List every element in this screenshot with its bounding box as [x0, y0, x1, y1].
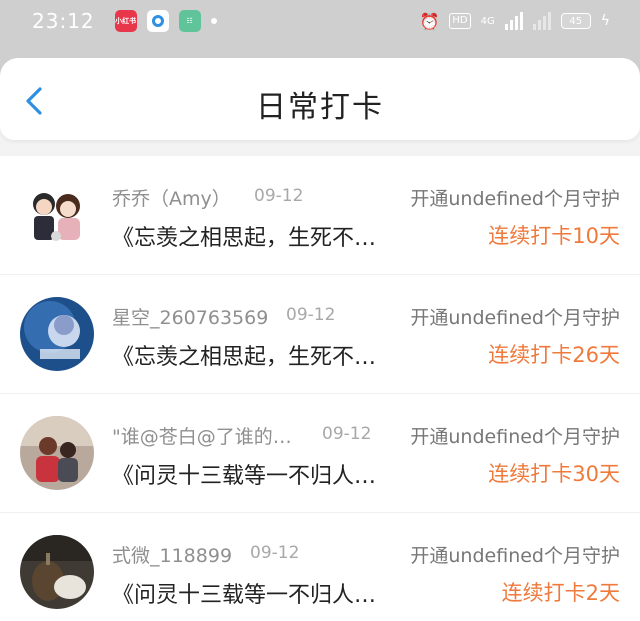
app-header: 日常打卡: [0, 58, 640, 140]
user-name[interactable]: 星空_260763569: [112, 303, 268, 330]
list-item[interactable]: 式微_118899 09-12 开通undefined个月守护 《问灵十三载等一…: [0, 513, 640, 621]
user-name[interactable]: "谁@苍白@了谁的…: [112, 422, 292, 449]
notification-icons: 小红书 ☷: [114, 10, 217, 32]
streak-badge: 连续打卡26天: [488, 343, 620, 367]
app-blue-icon: [146, 10, 169, 32]
user-name[interactable]: 乔乔（Amy）: [112, 184, 231, 211]
checkin-content[interactable]: 《问灵十三载等一不归人…: [112, 458, 376, 490]
checkin-content[interactable]: 《忘羡之相思起，生死不…: [112, 220, 376, 252]
list-item[interactable]: 星空_260763569 09-12 开通undefined个月守护 《忘羡之相…: [0, 275, 640, 394]
checkin-list: 乔乔（Amy） 09-12 开通undefined个月守护 《忘羡之相思起，生死…: [0, 156, 640, 621]
avatar[interactable]: [20, 535, 94, 609]
streak-badge: 连续打卡10天: [488, 224, 620, 248]
more-notifications-dot: [210, 18, 217, 24]
signal-2-icon: [532, 12, 551, 30]
checkin-date: 09-12: [254, 186, 304, 206]
list-item[interactable]: 乔乔（Amy） 09-12 开通undefined个月守护 《忘羡之相思起，生死…: [0, 156, 640, 275]
page-title: 日常打卡: [256, 90, 384, 125]
network-type: 4G: [480, 15, 495, 27]
app-green-icon: ☷: [178, 10, 201, 32]
charging-icon: ϟ: [600, 13, 610, 29]
user-name[interactable]: 式微_118899: [112, 541, 232, 568]
checkin-content[interactable]: 《问灵十三载等一不归人…: [112, 577, 376, 609]
status-time: 23:12: [32, 9, 95, 33]
streak-badge: 连续打卡30天: [488, 462, 620, 486]
guard-text: 开通undefined个月守护: [410, 545, 620, 567]
streak-badge: 连续打卡2天: [501, 581, 620, 605]
hd-icon: HD: [449, 13, 471, 29]
battery-level: 45: [569, 15, 583, 27]
battery-icon: 45: [560, 13, 591, 29]
avatar[interactable]: [20, 416, 94, 490]
guard-text: 开通undefined个月守护: [410, 307, 620, 329]
guard-text: 开通undefined个月守护: [410, 188, 620, 210]
xiaohongshu-icon: 小红书: [114, 10, 137, 32]
checkin-date: 09-12: [286, 305, 336, 325]
guard-text: 开通undefined个月守护: [410, 426, 620, 448]
signal-icon: [504, 12, 523, 30]
avatar[interactable]: [20, 178, 94, 252]
avatar[interactable]: [20, 297, 94, 371]
alarm-icon: ⏰: [419, 11, 440, 31]
checkin-date: 09-12: [250, 543, 300, 563]
checkin-content[interactable]: 《忘羡之相思起，生死不…: [112, 339, 376, 371]
list-item[interactable]: "谁@苍白@了谁的… 09-12 开通undefined个月守护 《问灵十三载等…: [0, 394, 640, 513]
system-icons: ⏰ HD 4G 45 ϟ: [419, 12, 610, 31]
checkin-date: 09-12: [322, 424, 372, 444]
